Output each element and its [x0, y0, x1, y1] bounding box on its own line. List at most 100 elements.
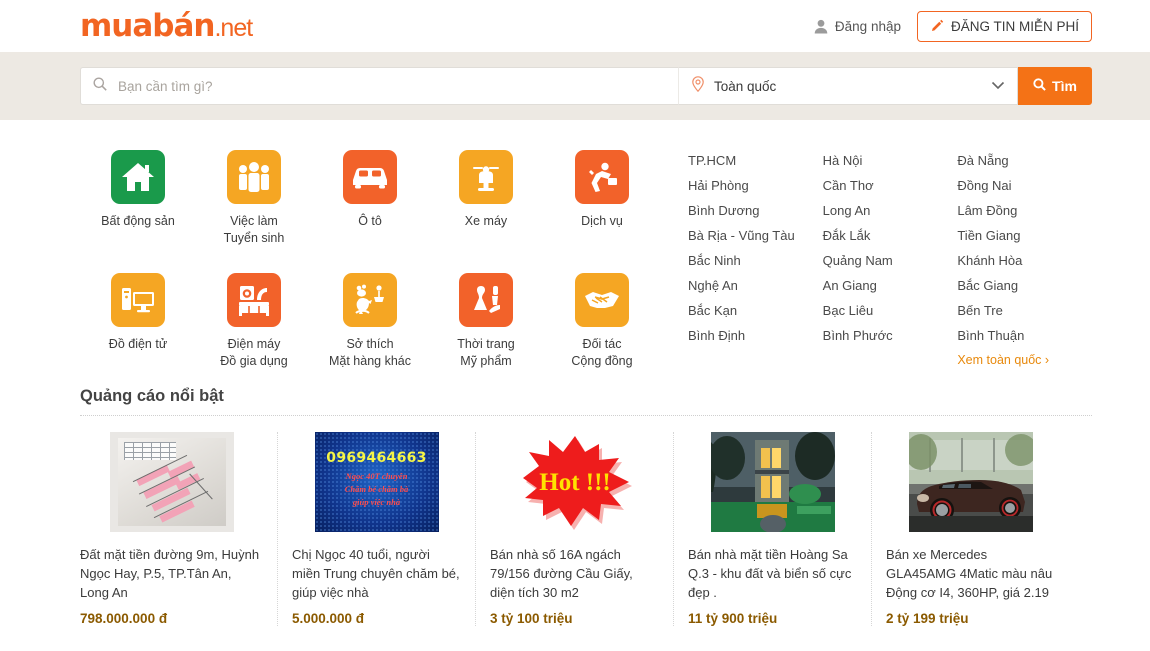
province-link[interactable]: Cần Thơ — [823, 173, 958, 198]
province-link[interactable]: Quảng Nam — [823, 248, 958, 273]
category-grid: Bất động sản Việc làm Tuyển sinh Ô tô Xe… — [80, 142, 660, 373]
pencil-icon — [930, 19, 944, 33]
listing-thumbnail: 0969464663 Ngọc 40T chuyên Chăm bé chăm … — [314, 432, 439, 532]
search-bar: Toàn quốc Tìm — [0, 52, 1150, 120]
category-label-line1: Thời trang — [457, 337, 515, 351]
province-link[interactable]: Hà Nội — [823, 148, 958, 173]
province-link[interactable]: Đắk Lắk — [823, 223, 958, 248]
province-link[interactable]: Bắc Kạn — [688, 298, 823, 323]
scooter-icon — [459, 150, 513, 204]
chevron-down-icon[interactable] — [991, 77, 1005, 95]
province-link[interactable]: Bình Thuận — [957, 323, 1092, 348]
category-label: Bất động sản — [80, 213, 196, 230]
site-header: muabán.net Đăng nhập ĐĂNG TIN MIỄN PHÍ — [0, 0, 1150, 52]
category-label-line1: Đồ điện tử — [108, 337, 168, 351]
featured-card[interactable]: Đất mặt tiền đường 9m, Huỳnh Ngọc Hay, P… — [80, 432, 278, 626]
featured-header: Quảng cáo nổi bật — [80, 387, 1092, 416]
computer-icon — [111, 273, 165, 327]
category-label-line1: Sở thích — [346, 337, 394, 351]
featured-card-list: Đất mặt tiền đường 9m, Huỳnh Ngọc Hay, P… — [80, 432, 1092, 626]
category-doi-tac[interactable]: Đối tác Cộng đồng — [544, 265, 660, 370]
category-label-line1: Dịch vụ — [581, 214, 623, 228]
category-label: Thời trang Mỹ phẩm — [428, 336, 544, 370]
featured-card[interactable]: Bán xe Mercedes GLA45AMG 4Matic màu nâu … — [872, 432, 1070, 626]
category-label-line2: Mặt hàng khác — [329, 354, 411, 368]
province-link[interactable]: Bạc Liêu — [823, 298, 958, 323]
listing-title: Bán nhà mặt tiền Hoàng Sa Q.3 - khu đất … — [688, 547, 852, 600]
category-label: Việc làm Tuyển sinh — [196, 213, 312, 247]
province-link[interactable]: Bình Định — [688, 323, 823, 348]
featured-title: Quảng cáo nổi bật — [80, 387, 224, 405]
province-link[interactable]: Nghệ An — [688, 273, 823, 298]
banner-line-1: Ngọc 40T chuyên — [345, 471, 408, 481]
category-thoi-trang[interactable]: Thời trang Mỹ phẩm — [428, 265, 544, 370]
province-link[interactable]: TP.HCM — [688, 148, 823, 173]
listing-price: 2 tỷ 199 triệu — [886, 611, 969, 626]
location-value: Toàn quốc — [714, 78, 777, 94]
featured-ads-section: Quảng cáo nổi bật Đất mặt tiền đường 9m,… — [0, 387, 1150, 626]
listing-thumbnail — [109, 432, 234, 532]
province-link[interactable]: Bình Phước — [823, 323, 958, 348]
search-input-container[interactable] — [80, 67, 678, 105]
category-dich-vu[interactable]: Dịch vụ — [544, 142, 660, 247]
people-icon — [227, 150, 281, 204]
province-link[interactable]: Bến Tre — [957, 298, 1092, 323]
province-link[interactable]: Khánh Hòa — [957, 248, 1092, 273]
featured-card[interactable]: Hot !!! Bán nhà số 16A ngách 79/156 đườn… — [476, 432, 674, 626]
province-list: TP.HCM Hải Phòng Bình Dương Bà Rịa - Vũn… — [660, 142, 1092, 373]
category-so-thich[interactable]: Sở thích Mặt hàng khác — [312, 265, 428, 370]
car-icon — [343, 150, 397, 204]
search-submit-button[interactable]: Tìm — [1018, 67, 1092, 105]
listing-title: Đất mặt tiền đường 9m, Huỳnh Ngọc Hay, P… — [80, 547, 260, 600]
login-button[interactable]: Đăng nhập — [814, 19, 901, 34]
province-link[interactable]: Bắc Giang — [957, 273, 1092, 298]
category-label-line2: Cộng đồng — [571, 354, 633, 368]
listing-title: Bán nhà số 16A ngách 79/156 đường Cầu Gi… — [490, 547, 633, 600]
category-dien-may[interactable]: Điện máy Đồ gia dụng — [196, 265, 312, 370]
listing-price: 3 tỷ 100 triệu — [490, 611, 573, 626]
listing-price: 798.000.000 đ — [80, 611, 168, 626]
category-label-line2: Đồ gia dụng — [220, 354, 288, 368]
category-label-line2: Mỹ phẩm — [460, 354, 512, 368]
user-icon — [814, 19, 828, 34]
category-o-to[interactable]: Ô tô — [312, 142, 428, 247]
category-xe-may[interactable]: Xe máy — [428, 142, 544, 247]
province-link[interactable]: Lâm Đồng — [957, 198, 1092, 223]
category-label: Dịch vụ — [544, 213, 660, 230]
category-label-line1: Xe máy — [464, 214, 508, 228]
province-link[interactable]: Long An — [823, 198, 958, 223]
category-viec-lam[interactable]: Việc làm Tuyển sinh — [196, 142, 312, 247]
category-label-line1: Điện máy — [227, 337, 281, 351]
land-plot-map-photo — [109, 432, 234, 532]
featured-card[interactable]: Bán nhà mặt tiền Hoàng Sa Q.3 - khu đất … — [674, 432, 872, 626]
logo-main-text: muabán — [80, 7, 215, 44]
province-link[interactable]: Đồng Nai — [957, 173, 1092, 198]
category-label: Đồ điện tử — [80, 336, 196, 353]
province-link[interactable]: Đà Nẵng — [957, 148, 1092, 173]
hobby-icon — [343, 273, 397, 327]
main-content: Bất động sản Việc làm Tuyển sinh Ô tô Xe… — [0, 120, 1150, 373]
listing-thumbnail: Hot !!! — [512, 432, 637, 532]
appliance-icon — [227, 273, 281, 327]
province-link[interactable]: Hải Phòng — [688, 173, 823, 198]
search-input[interactable] — [116, 77, 666, 95]
post-ad-button[interactable]: ĐĂNG TIN MIỄN PHÍ — [916, 10, 1092, 42]
province-column-2: Hà Nội Cần Thơ Long An Đắk Lắk Quảng Nam… — [823, 148, 958, 373]
featured-card[interactable]: 0969464663 Ngọc 40T chuyên Chăm bé chăm … — [278, 432, 476, 626]
province-link[interactable]: An Giang — [823, 273, 958, 298]
province-link[interactable]: Bà Rịa - Vũng Tàu — [688, 223, 823, 248]
fashion-icon — [459, 273, 513, 327]
site-logo[interactable]: muabán.net — [80, 7, 253, 44]
view-all-provinces-link[interactable]: Xem toàn quốc › — [957, 348, 1092, 373]
province-link[interactable]: Bắc Ninh — [688, 248, 823, 273]
location-select[interactable]: Toàn quốc — [678, 67, 1018, 105]
province-link[interactable]: Bình Dương — [688, 198, 823, 223]
province-link[interactable]: Tiền Giang — [957, 223, 1092, 248]
category-label-line1: Đối tác — [582, 337, 622, 351]
category-bat-dong-san[interactable]: Bất động sản — [80, 142, 196, 247]
listing-thumbnail — [710, 432, 835, 532]
category-label-line1: Việc làm — [230, 214, 278, 228]
category-do-dien-tu[interactable]: Đồ điện tử — [80, 265, 196, 370]
category-label: Điện máy Đồ gia dụng — [196, 336, 312, 370]
page-root: muabán.net Đăng nhập ĐĂNG TIN MIỄN PHÍ B… — [0, 0, 1150, 651]
